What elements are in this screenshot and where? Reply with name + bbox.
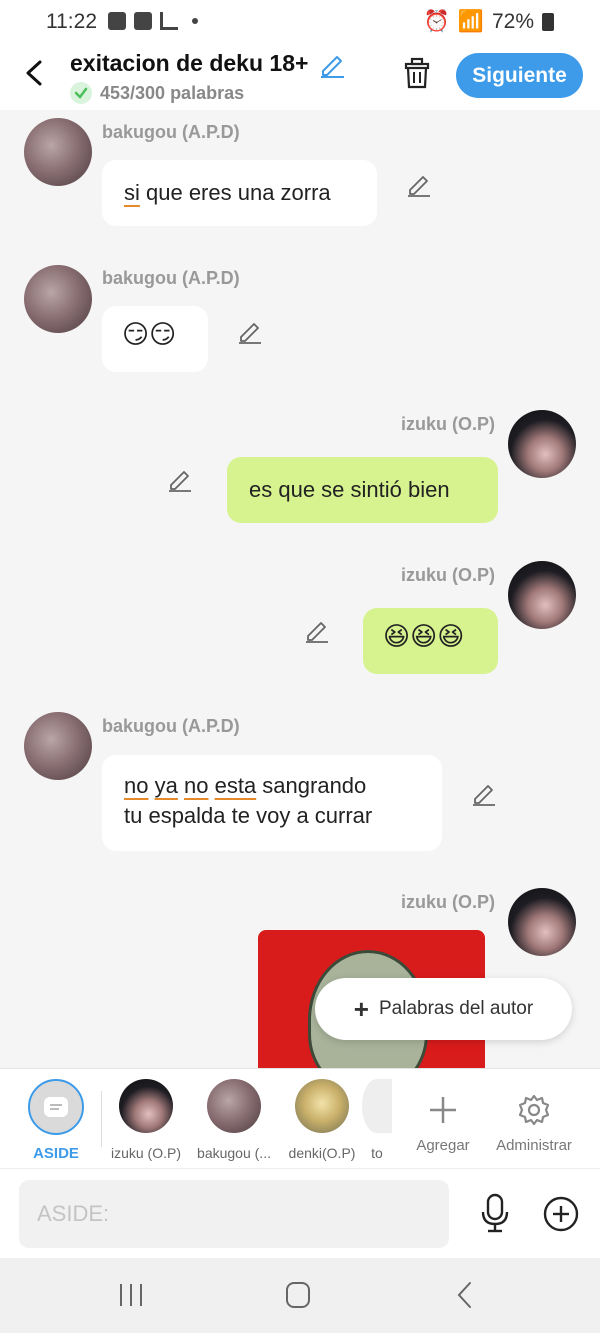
wifi-icon: 📶 — [457, 10, 484, 33]
character-label: to — [371, 1145, 383, 1161]
avatar-partial — [362, 1079, 392, 1133]
avatar-bakugou — [207, 1079, 261, 1133]
message-line: no ya no esta sangrando — [124, 773, 367, 798]
alarm-icon: ⏰ — [423, 10, 450, 33]
author-words-label: Palabras del autor — [378, 998, 534, 1019]
character-label: ASIDE — [33, 1145, 79, 1162]
word-count-row: 453/300 palabras — [70, 82, 244, 104]
message-text: si — [124, 180, 140, 205]
avatar-izuku[interactable] — [508, 410, 576, 478]
system-nav-bar — [0, 1258, 600, 1333]
recent-apps-icon[interactable] — [111, 1280, 151, 1310]
message-line: tu espalda te voy a currar — [124, 803, 373, 828]
notification-icons — [108, 12, 198, 30]
avatar-bakugou[interactable] — [24, 118, 92, 186]
message-author: izuku (O.P) — [401, 414, 495, 434]
edit-message-icon[interactable] — [406, 172, 432, 198]
character-bakugou[interactable]: bakugou (... — [189, 1079, 279, 1161]
plus-icon — [398, 1083, 488, 1137]
plus-icon: + — [353, 993, 369, 1024]
status-bar: 11:22 ⏰ 📶 72% — [0, 0, 600, 42]
home-icon[interactable] — [278, 1280, 318, 1310]
next-button[interactable]: Siguiente — [456, 53, 583, 98]
aside-input[interactable] — [19, 1180, 449, 1248]
character-aside[interactable]: ASIDE — [11, 1079, 101, 1162]
author-words-button[interactable]: + Palabras del autor — [315, 978, 572, 1040]
microphone-icon[interactable] — [478, 1193, 512, 1233]
message-author: bakugou (A.P.D) — [102, 268, 240, 288]
check-icon — [70, 82, 92, 104]
battery-level: 72% — [491, 10, 534, 33]
back-nav-icon[interactable] — [446, 1280, 486, 1310]
gear-icon — [489, 1083, 579, 1137]
message-author: bakugou (A.P.D) — [102, 122, 240, 142]
battery-icon — [542, 13, 554, 31]
message-bubble[interactable]: si que eres una zorra — [102, 160, 377, 226]
facebook-notification-icon — [134, 12, 152, 30]
message-bubble[interactable]: no ya no esta sangrando tu espalda te vo… — [102, 755, 442, 851]
manage-button[interactable]: Administrar — [489, 1083, 579, 1154]
gallery-notification-icon — [108, 12, 126, 30]
signal-notification-icon — [160, 12, 178, 30]
character-izuku[interactable]: izuku (O.P) — [101, 1079, 191, 1161]
character-denki[interactable]: denki(O.P) — [277, 1079, 367, 1161]
avatar-izuku[interactable] — [508, 888, 576, 956]
avatar-bakugou[interactable] — [24, 265, 92, 333]
message-author: izuku (O.P) — [401, 892, 495, 912]
add-character-button[interactable]: Agregar — [398, 1083, 488, 1154]
trash-icon[interactable] — [402, 56, 432, 90]
avatar-denki — [295, 1079, 349, 1133]
system-icons: ⏰ 📶 72% — [424, 10, 554, 34]
avatar-izuku — [119, 1079, 173, 1133]
aside-icon — [28, 1079, 84, 1135]
word-count: 453/300 palabras — [100, 82, 245, 103]
character-partial[interactable]: to — [362, 1079, 392, 1161]
add-circle-icon[interactable] — [542, 1195, 580, 1233]
message-bubble[interactable]: es que se sintió bien — [227, 457, 498, 523]
add-label: Agregar — [416, 1137, 470, 1154]
avatar-izuku[interactable] — [508, 561, 576, 629]
message-bubble[interactable]: 😏😏 — [102, 306, 208, 372]
edit-message-icon[interactable] — [304, 618, 330, 644]
character-label: denki(O.P) — [288, 1145, 356, 1161]
character-bar: ASIDE izuku (O.P) bakugou (... denki(O.P… — [0, 1068, 600, 1168]
back-icon[interactable] — [22, 58, 50, 88]
message-author: izuku (O.P) — [401, 565, 495, 585]
character-label: bakugou (... — [197, 1145, 271, 1161]
avatar-bakugou[interactable] — [24, 712, 92, 780]
chat-area[interactable]: bakugou (A.P.D) si que eres una zorra ba… — [0, 110, 600, 1068]
edit-title-icon[interactable] — [318, 50, 346, 78]
character-label: izuku (O.P) — [110, 1145, 181, 1161]
manage-label: Administrar — [496, 1137, 572, 1154]
edit-message-icon[interactable] — [167, 467, 193, 493]
header: exitacion de deku 18+ 453/300 palabras S… — [0, 42, 600, 110]
more-notifications-icon — [192, 18, 198, 24]
story-title[interactable]: exitacion de deku 18+ — [70, 50, 308, 77]
input-bar — [0, 1168, 600, 1258]
message-author: bakugou (A.P.D) — [102, 716, 240, 736]
message-bubble[interactable]: 😆😆😆 — [363, 608, 498, 674]
edit-message-icon[interactable] — [237, 319, 263, 345]
status-time: 11:22 — [46, 10, 97, 33]
edit-message-icon[interactable] — [471, 781, 497, 807]
